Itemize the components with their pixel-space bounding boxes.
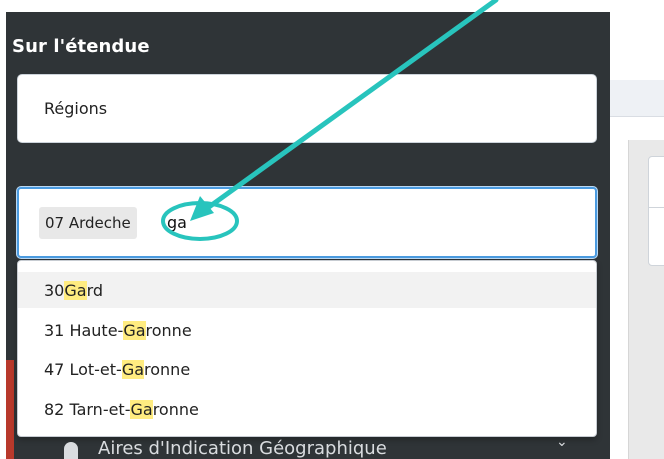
annotation-arrow [199, 0, 499, 215]
annotation-overlay [161, 0, 499, 241]
